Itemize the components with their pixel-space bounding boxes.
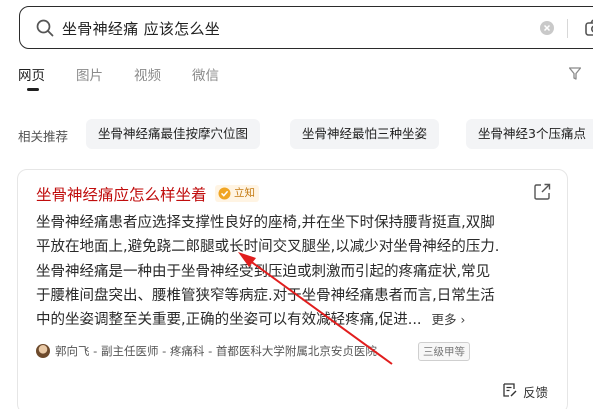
snippet-line: 坐骨神经痛是一种由于坐骨神经受到压迫或刺激而引起的疼痛症状,常见 — [36, 263, 491, 280]
snippet-line: 坐骨神经痛患者应选择支撑性良好的座椅,并在坐下时保持腰背挺直,双脚 — [36, 215, 495, 231]
badge-icon — [218, 187, 231, 200]
related-chip[interactable]: 坐骨神经痛最佳按摩穴位图 — [86, 119, 261, 149]
feedback-icon — [503, 383, 517, 397]
related-label: 相关推荐 — [18, 129, 69, 144]
tab-web[interactable]: 网页 — [18, 64, 45, 84]
snippet-line: 平放在地面上,避免跷二郎腿或长时间交叉腿坐,以减少对坐骨神经的压力. — [36, 239, 500, 256]
related-chip[interactable]: 坐骨神经3个压痛点 — [466, 119, 593, 149]
result-snippet: 坐骨神经痛患者应选择支撑性良好的座椅,并在坐下时保持腰背挺直,双脚 平放在地面上… — [36, 211, 552, 332]
share-icon[interactable] — [534, 183, 551, 200]
divider — [567, 19, 568, 38]
related-chip[interactable]: 坐骨神经最怕三种坐姿 — [290, 119, 440, 149]
search-box[interactable]: 坐骨神经痛 应该怎么坐 — [19, 6, 593, 49]
chevron-right-icon: › — [460, 313, 466, 328]
search-input[interactable]: 坐骨神经痛 应该怎么坐 — [62, 18, 220, 39]
more-label: 更多 — [431, 312, 457, 328]
tab-wechat[interactable]: 微信 — [192, 64, 219, 84]
feedback-label: 反馈 — [523, 385, 549, 400]
avatar — [36, 344, 50, 358]
result-card: 坐骨神经痛应怎么样坐着 立知 坐骨神经痛患者应选择支撑性良好的座椅,并在坐下时保… — [17, 169, 568, 409]
hospital-grade-badge: 三级甲等 — [418, 342, 470, 361]
filter-icon[interactable] — [569, 67, 581, 80]
tab-videos[interactable]: 视频 — [134, 64, 161, 84]
source-text[interactable]: 郭向飞 - 副主任医师 - 疼痛科 - 首都医科大学附属北京安贞医院 — [55, 343, 377, 359]
camera-icon[interactable] — [585, 19, 593, 37]
snippet-line-last: 中的坐姿调整至关重要,正确的坐姿可以有效减轻疼痛,促进... 更多 › — [36, 308, 552, 332]
result-title-link[interactable]: 坐骨神经痛应怎么样坐着 — [36, 183, 207, 205]
clear-icon[interactable] — [540, 21, 554, 35]
badge-label: 立知 — [234, 187, 255, 199]
snippet-line: 于腰椎间盘突出、腰椎管狭窄等病症.对于坐骨神经痛患者而言,日常生活 — [36, 287, 495, 304]
snippet-line: 中的坐姿调整至关重要,正确的坐姿可以有效减轻疼痛,促进... — [36, 312, 422, 329]
lizhi-badge: 立知 — [215, 185, 259, 202]
search-icon — [36, 19, 54, 37]
active-tab-indicator — [27, 88, 39, 91]
tab-images[interactable]: 图片 — [76, 64, 103, 84]
more-link[interactable]: 更多 › — [432, 312, 466, 327]
